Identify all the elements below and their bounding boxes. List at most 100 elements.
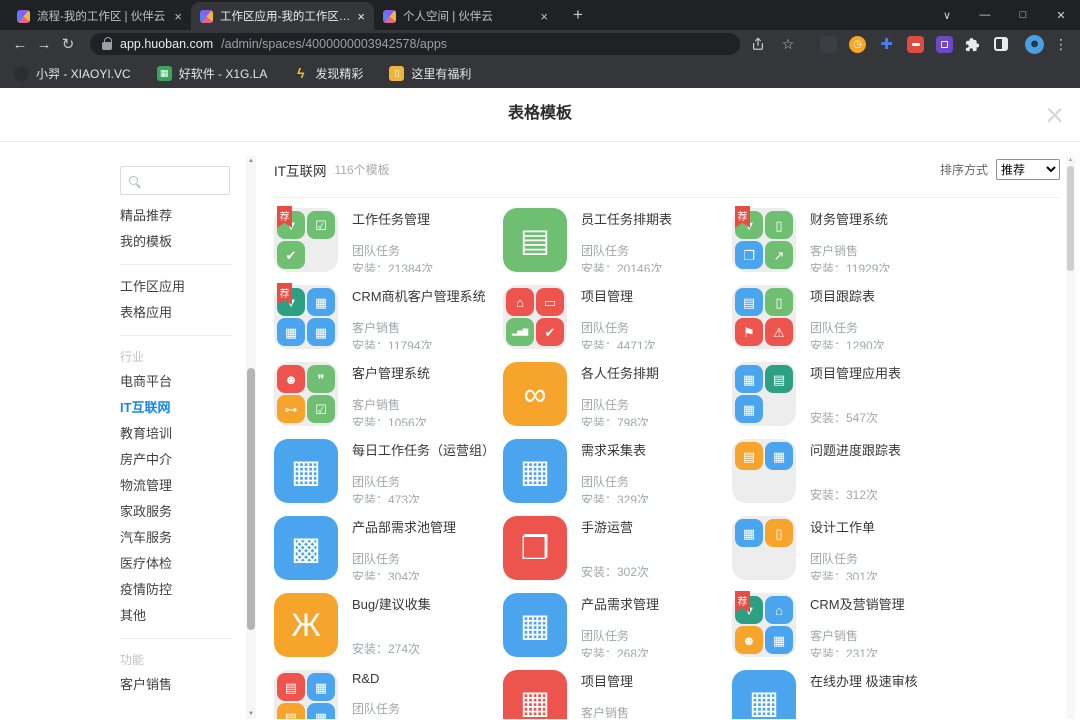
template-meta: 工作任务管理团队任务安装：21384次 <box>352 208 433 272</box>
sidebar-item-1[interactable]: 我的模板 <box>120 229 232 255</box>
sidebar-item-5[interactable]: 家政服务 <box>120 499 232 525</box>
bookmark-star-icon[interactable]: ☆ <box>776 32 800 56</box>
modal-close-icon[interactable]: × <box>1045 92 1064 138</box>
browser-tab[interactable]: 流程-我的工作区 | 伙伴云× <box>8 2 191 30</box>
template-card[interactable]: ▼▯❐↗荐财务管理系统客户销售安装：11929次 <box>732 208 961 272</box>
template-card[interactable]: ▼⌂☻▦荐CRM及营销管理客户销售安装：231次 <box>732 593 961 657</box>
warning-icon: ⚠ <box>765 318 793 346</box>
list-scrollbar[interactable]: ▲ <box>1066 156 1075 719</box>
template-card[interactable]: ▤员工任务排期表团队任务安装：20146次 <box>503 208 732 272</box>
tab-search-chevron-icon[interactable]: ∨ <box>928 0 966 30</box>
sidebar-item-0[interactable]: 精品推荐 <box>120 203 232 229</box>
maximize-icon[interactable]: □ <box>1004 0 1042 30</box>
purple-box-extension-icon[interactable] <box>936 36 953 53</box>
tab-close-icon[interactable]: × <box>540 9 548 24</box>
browser-menu-icon[interactable]: ⋮ <box>1054 36 1068 53</box>
template-card[interactable]: ▤▦▤▦R&D团队任务 <box>274 670 503 719</box>
search-box[interactable] <box>120 166 230 195</box>
side-panel-icon[interactable] <box>989 32 1013 56</box>
template-meta: 员工任务排期表团队任务安装：20146次 <box>581 208 672 272</box>
browser-tab[interactable]: 个人空间 | 伙伴云× <box>374 2 557 30</box>
template-card[interactable]: ▦▯设计工作单团队任务安装：301次 <box>732 516 961 580</box>
sidebar-item-1[interactable]: IT互联网 <box>120 395 232 421</box>
template-category <box>810 704 918 719</box>
address-bar[interactable]: app.huoban.com/admin/spaces/400000000394… <box>90 33 740 55</box>
template-tile: ▦ <box>503 439 567 503</box>
scroll-up-icon[interactable]: ▲ <box>1066 157 1075 163</box>
template-card[interactable]: ▼☑✔荐工作任务管理团队任务安装：21384次 <box>274 208 503 272</box>
template-card[interactable]: ▦需求采集表团队任务安装：329次 <box>503 439 732 503</box>
new-tab-button[interactable]: + <box>565 2 591 28</box>
template-card[interactable]: ▦产品需求管理团队任务安装：268次 <box>503 593 732 657</box>
tabs-container: 流程-我的工作区 | 伙伴云×工作区应用-我的工作区 | 伙伴云×个人空间 | … <box>8 2 557 30</box>
bookmark-item[interactable]: ϟ发现精彩 <box>293 65 363 82</box>
profile-avatar[interactable]: ☻ <box>1025 35 1044 54</box>
bookmark-item[interactable]: 小羿 - XIAOYI.VC <box>14 65 131 82</box>
template-card[interactable]: ЖBug/建议收集安装：274次 <box>274 593 503 657</box>
template-meta: 项目跟踪表团队任务安装：1290次 <box>810 285 885 349</box>
minimize-icon[interactable]: — <box>966 0 1004 30</box>
template-card[interactable]: ▦▤▦项目管理应用表安装：547次 <box>732 362 961 426</box>
sidebar-item-9[interactable]: 其他 <box>120 603 232 629</box>
sidebar-group-heading: 行业 <box>120 345 232 369</box>
template-card[interactable]: ▦项目管理客户销售 <box>503 670 732 719</box>
scroll-up-icon[interactable]: ▲ <box>246 158 256 164</box>
table-icon: ▦ <box>735 365 763 393</box>
template-card[interactable]: ▤▯⚑⚠项目跟踪表团队任务安装：1290次 <box>732 285 961 349</box>
template-card[interactable]: ▦每日工作任务（运营组）团队任务安装：473次 <box>274 439 503 503</box>
sidebar-scrollbar[interactable]: ▲ ▼ <box>246 156 256 719</box>
bookmark-item[interactable]: ▯这里有福利 <box>389 65 471 82</box>
reload-icon[interactable]: ↻ <box>56 32 80 56</box>
sort-select[interactable]: 推荐 <box>996 159 1060 180</box>
sidebar-item-4[interactable]: 物流管理 <box>120 473 232 499</box>
cat-extension-icon[interactable] <box>820 36 837 53</box>
sidebar-group-heading: 功能 <box>120 648 232 672</box>
chat-icon: ❞ <box>307 365 335 393</box>
bookmark-item[interactable]: ▦好软件 - X1G.LA <box>157 65 268 82</box>
template-category: 客户销售 <box>810 242 890 257</box>
template-card[interactable]: ▤▦问题进度跟踪表安装：312次 <box>732 439 961 503</box>
tab-close-icon[interactable]: × <box>357 9 365 24</box>
sidebar-item-0[interactable]: 工作区应用 <box>120 274 232 300</box>
plus-extension-icon[interactable]: ✚ <box>878 36 895 53</box>
sidebar-item-6[interactable]: 汽车服务 <box>120 525 232 551</box>
search-input[interactable] <box>145 174 215 188</box>
sidebar-item-0[interactable]: 客户销售 <box>120 672 232 698</box>
scrollbar-thumb[interactable] <box>1067 166 1074 271</box>
scrollbar-thumb[interactable] <box>247 368 255 630</box>
table-icon: ▦ <box>277 318 305 346</box>
template-installs: 安装：329次 <box>581 491 649 503</box>
back-icon[interactable]: ← <box>8 32 32 56</box>
sidebar-item-7[interactable]: 医疗体检 <box>120 551 232 577</box>
sidebar-item-1[interactable]: 表格应用 <box>120 300 232 326</box>
sidebar-item-3[interactable]: 房产中介 <box>120 447 232 473</box>
template-category: 客户销售 <box>352 319 486 334</box>
close-icon[interactable]: ✕ <box>1042 0 1080 30</box>
template-card[interactable]: ❐手游运营安装：302次 <box>503 516 732 580</box>
sidebar-item-2[interactable]: 教育培训 <box>120 421 232 447</box>
book-yellow-icon: ▯ <box>389 66 404 81</box>
search-icon <box>129 176 138 185</box>
template-card[interactable]: ▼▦▦▦荐CRM商机客户管理系统客户销售安装：11794次 <box>274 285 503 349</box>
template-card[interactable]: ▦在线办理 极速审核 <box>732 670 961 719</box>
share-icon[interactable] <box>746 32 770 56</box>
sidebar-divider <box>120 638 232 639</box>
template-card[interactable]: ☻❞⊶☑客户管理系统客户销售安装：1056次 <box>274 362 503 426</box>
template-card[interactable]: ⌂▭▂▅▇✔项目管理团队任务安装：4471次 <box>503 285 732 349</box>
table-icon: ▦ <box>520 609 550 641</box>
toolbox-extension-icon[interactable] <box>907 36 924 53</box>
template-installs: 安装：473次 <box>352 491 495 503</box>
browser-tab[interactable]: 工作区应用-我的工作区 | 伙伴云× <box>191 2 374 30</box>
template-card[interactable]: ▩产品部需求池管理团队任务安装：304次 <box>274 516 503 580</box>
bar-chart-icon: ▂▅▇ <box>506 318 534 346</box>
scroll-down-icon[interactable]: ▼ <box>246 711 256 717</box>
template-card[interactable]: ∞各人任务排期团队任务安装：798次 <box>503 362 732 426</box>
puzzle-extensions-icon[interactable] <box>959 32 983 56</box>
sidebar-item-0[interactable]: 电商平台 <box>120 369 232 395</box>
sidebar-item-8[interactable]: 疫情防控 <box>120 577 232 603</box>
tab-close-icon[interactable]: × <box>174 9 182 24</box>
clock-extension-icon[interactable]: ◷ <box>849 36 866 53</box>
forward-icon[interactable]: → <box>32 32 56 56</box>
template-category <box>810 473 901 483</box>
template-installs: 安装：798次 <box>581 414 659 426</box>
